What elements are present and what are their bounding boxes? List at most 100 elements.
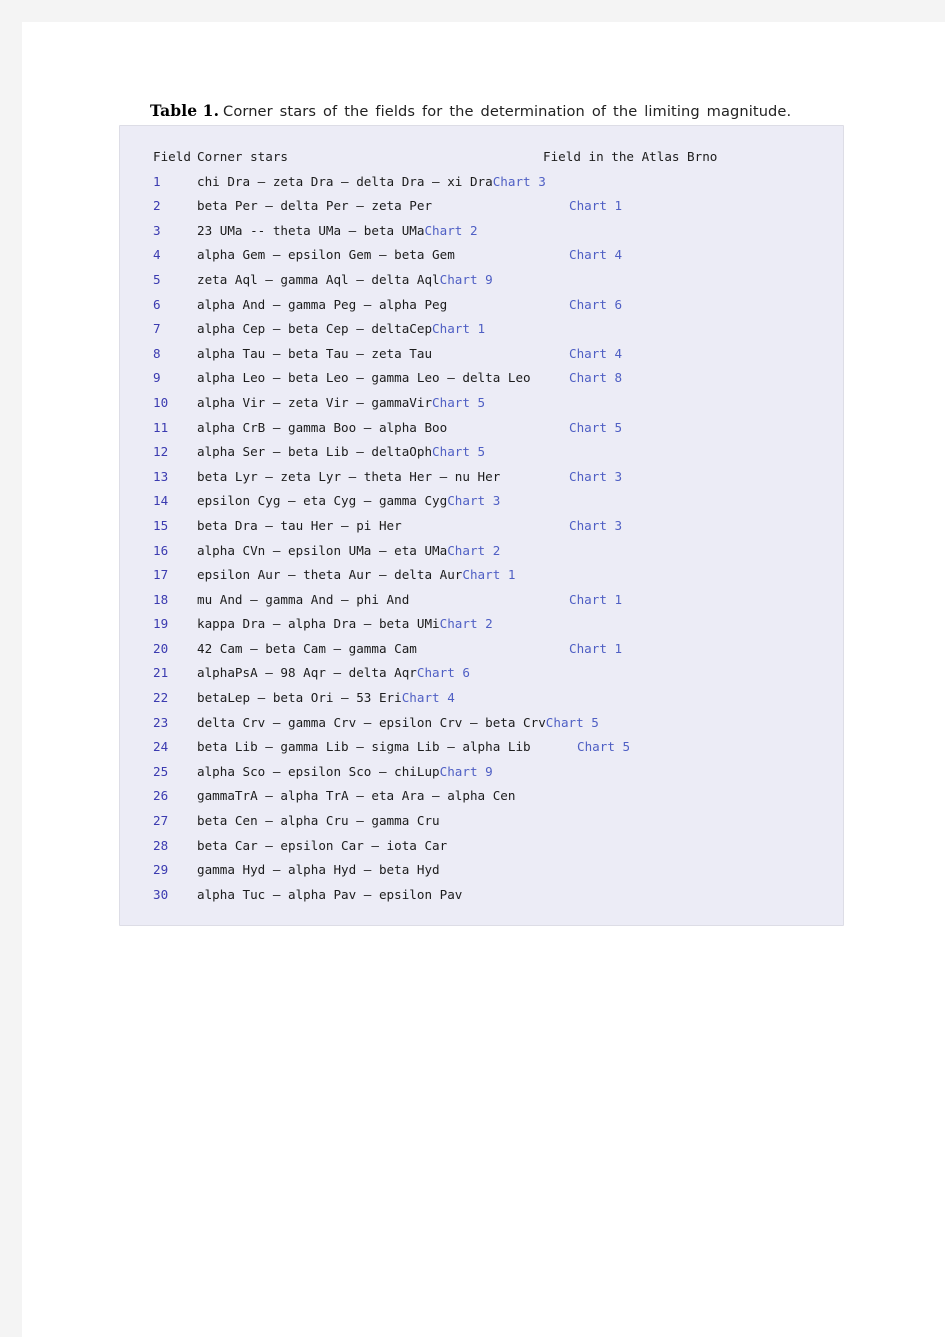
field-number: 27 — [153, 813, 169, 829]
document-page: Table 1. Corner stars of the fields for … — [22, 22, 945, 1337]
atlas-chart-link[interactable]: Chart 1 — [569, 637, 622, 662]
table-row: 16 alpha CVn — epsilon UMa — eta UMaChart… — [120, 539, 843, 564]
table-row: 9 alpha Leo — beta Leo — gamma Leo — delt… — [120, 366, 843, 391]
corner-stars-cell: gamma Hyd — alpha Hyd — beta Hyd — [197, 858, 440, 883]
corner-stars-cell: beta Per — delta Per — zeta Per — [197, 194, 432, 219]
corner-stars-cell: 23 UMa -- theta UMa — beta UMaChart 2 — [197, 219, 478, 244]
corner-stars-text: betaLep — beta Ori — 53 Eri — [197, 690, 402, 706]
corner-stars-text: alphaPsA — 98 Aqr — delta Aqr — [197, 665, 417, 681]
corner-stars-text: beta Lyr — zeta Lyr — theta Her — nu Her — [197, 468, 501, 484]
table-row: 11 alpha CrB — gamma Boo — alpha Boo Chart… — [120, 416, 843, 441]
corner-stars-cell: alpha Ser — beta Lib — deltaOphChart 5 — [197, 440, 485, 465]
corner-stars-text: epsilon Cyg — eta Cyg — gamma Cyg — [197, 493, 448, 509]
table-row: 17 epsilon Aur — theta Aur — delta AurCha… — [120, 563, 843, 588]
table-row: 21 alphaPsA — 98 Aqr — delta AqrChart 6 — [120, 661, 843, 686]
table-row: 2 beta Per — delta Per — zeta Per Chart 1 — [120, 194, 843, 219]
corner-stars-cell: gammaTrA — alpha TrA — eta Ara — alpha C… — [197, 784, 515, 809]
table-row: 26 gammaTrA — alpha TrA — eta Ara — alpha… — [120, 784, 843, 809]
table-row: 20 42 Cam — beta Cam — gamma Cam Chart 1 — [120, 637, 843, 662]
atlas-chart-link[interactable]: Chart 4 — [569, 342, 622, 367]
atlas-chart-link[interactable]: Chart 1 — [432, 321, 485, 336]
atlas-chart-link[interactable]: Chart 9 — [440, 272, 493, 287]
atlas-chart-link[interactable]: Chart 1 — [569, 588, 622, 613]
column-header-corner-stars: Corner stars — [197, 149, 288, 164]
corner-stars-cell: beta Dra — tau Her — pi Her — [197, 514, 402, 539]
corner-stars-text: alpha Leo — beta Leo — gamma Leo — delta… — [197, 370, 531, 386]
field-number: 2 — [153, 198, 161, 214]
atlas-chart-link[interactable]: Chart 6 — [417, 665, 470, 680]
corner-stars-cell: alpha CVn — epsilon UMa — eta UMaChart 2 — [197, 539, 500, 564]
table-row: 4 alpha Gem — epsilon Gem — beta Gem Chart… — [120, 243, 843, 268]
column-header-atlas: Field in the Atlas Brno — [543, 149, 718, 164]
corner-stars-cell: beta Lyr — zeta Lyr — theta Her — nu Her — [197, 465, 500, 490]
corner-stars-cell: alphaPsA — 98 Aqr — delta AqrChart 6 — [197, 661, 470, 686]
corner-stars-text: alpha Tuc — alpha Pav — epsilon Pav — [197, 886, 463, 902]
corner-stars-cell: beta Car — epsilon Car — iota Car — [197, 834, 447, 859]
table-row: 23 delta Crv — gamma Crv — epsilon Crv — … — [120, 711, 843, 736]
atlas-chart-link[interactable]: Chart 5 — [432, 395, 485, 410]
atlas-chart-link[interactable]: Chart 1 — [462, 567, 515, 582]
field-number: 16 — [153, 542, 169, 558]
atlas-chart-link[interactable]: Chart 5 — [569, 416, 622, 441]
corner-stars-text: alpha CVn — epsilon UMa — eta UMa — [197, 542, 448, 558]
table-row: 28 beta Car — epsilon Car — iota Car — [120, 834, 843, 859]
table-row: 3 23 UMa -- theta UMa — beta UMaChart 2 — [120, 219, 843, 244]
corner-stars-cell: delta Crv — gamma Crv — epsilon Crv — be… — [197, 711, 599, 736]
field-number: 11 — [153, 419, 169, 435]
corner-stars-cell: alpha Cep — beta Cep — deltaCepChart 1 — [197, 317, 485, 342]
field-number: 12 — [153, 444, 169, 460]
field-number: 20 — [153, 640, 169, 656]
corner-stars-cell: alpha Tau — beta Tau — zeta Tau — [197, 342, 432, 367]
column-header-field: Field — [153, 149, 191, 164]
field-number: 3 — [153, 222, 161, 238]
atlas-chart-link[interactable]: Chart 3 — [493, 174, 546, 189]
atlas-chart-link[interactable]: Chart 3 — [447, 493, 500, 508]
table-body: Field Corner stars Field in the Atlas Br… — [120, 126, 843, 925]
field-number: 9 — [153, 370, 161, 386]
table-rows: 1 chi Dra — zeta Dra — delta Dra — xi Dra… — [120, 170, 843, 908]
table-row: 25 alpha Sco — epsilon Sco — chiLupChart … — [120, 760, 843, 785]
corner-stars-cell: alpha And — gamma Peg — alpha Peg — [197, 293, 447, 318]
table-row: 13 beta Lyr — zeta Lyr — theta Her — nu H… — [120, 465, 843, 490]
atlas-chart-link[interactable]: Chart 5 — [432, 444, 485, 459]
corner-stars-cell: alpha CrB — gamma Boo — alpha Boo — [197, 416, 447, 441]
atlas-chart-link[interactable]: Chart 5 — [577, 735, 630, 760]
corner-stars-text: alpha Tau — beta Tau — zeta Tau — [197, 345, 433, 361]
corner-stars-cell: alpha Sco — epsilon Sco — chiLupChart 9 — [197, 760, 493, 785]
corner-stars-text: chi Dra — zeta Dra — delta Dra — xi Dra — [197, 173, 493, 189]
table-caption-text: Corner stars of the fields for the deter… — [223, 103, 792, 120]
corner-stars-cell: mu And — gamma And — phi And — [197, 588, 409, 613]
field-number: 7 — [153, 321, 161, 337]
atlas-chart-link[interactable]: Chart 8 — [569, 366, 622, 391]
field-number: 13 — [153, 468, 169, 484]
atlas-chart-link[interactable]: Chart 2 — [447, 543, 500, 558]
corner-stars-cell: alpha Tuc — alpha Pav — epsilon Pav — [197, 883, 462, 908]
corner-stars-cell: beta Cen — alpha Cru — gamma Cru — [197, 809, 440, 834]
atlas-chart-link[interactable]: Chart 9 — [440, 764, 493, 779]
atlas-chart-link[interactable]: Chart 4 — [569, 243, 622, 268]
corner-stars-text: alpha Vir — zeta Vir — gammaVir — [197, 394, 433, 410]
field-number: 4 — [153, 247, 161, 263]
table-row: 10 alpha Vir — zeta Vir — gammaVirChart 5 — [120, 391, 843, 416]
atlas-chart-link[interactable]: Chart 5 — [546, 715, 599, 730]
corner-stars-cell: epsilon Aur — theta Aur — delta AurChart… — [197, 563, 515, 588]
corner-stars-text: alpha And — gamma Peg — alpha Peg — [197, 296, 448, 312]
field-number: 28 — [153, 837, 169, 853]
atlas-chart-link[interactable]: Chart 6 — [569, 293, 622, 318]
atlas-chart-link[interactable]: Chart 2 — [440, 616, 493, 631]
corner-stars-text: mu And — gamma And — phi And — [197, 591, 410, 607]
atlas-chart-link[interactable]: Chart 1 — [569, 194, 622, 219]
atlas-chart-link[interactable]: Chart 4 — [402, 690, 455, 705]
corner-stars-text: alpha Sco — epsilon Sco — chiLup — [197, 763, 440, 779]
atlas-chart-link[interactable]: Chart 3 — [569, 514, 622, 539]
atlas-chart-link[interactable]: Chart 3 — [569, 465, 622, 490]
field-number: 1 — [153, 173, 161, 189]
corner-stars-cell: beta Lib — gamma Lib — sigma Lib — alpha… — [197, 735, 531, 760]
corner-stars-cell: epsilon Cyg — eta Cyg — gamma CygChart 3 — [197, 489, 500, 514]
atlas-chart-link[interactable]: Chart 2 — [424, 223, 477, 238]
table-row: 6 alpha And — gamma Peg — alpha Peg Chart … — [120, 293, 843, 318]
table-row: 18 mu And — gamma And — phi And Chart 1 — [120, 588, 843, 613]
table-row: 5 zeta Aql — gamma Aql — delta AqlChart 9 — [120, 268, 843, 293]
table-row: 1 chi Dra — zeta Dra — delta Dra — xi Dra… — [120, 170, 843, 195]
corner-stars-text: epsilon Aur — theta Aur — delta Aur — [197, 567, 463, 583]
